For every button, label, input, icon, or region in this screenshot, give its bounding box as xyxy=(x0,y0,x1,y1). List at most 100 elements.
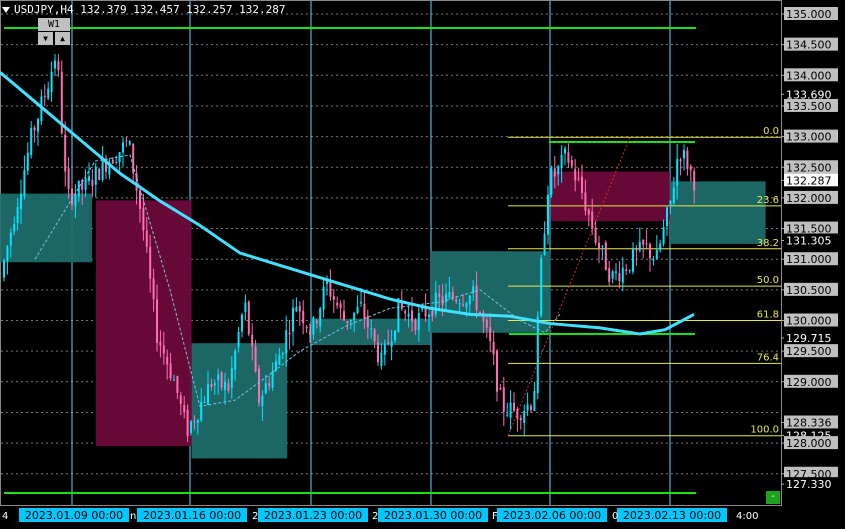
bull-candle xyxy=(536,316,539,394)
bull-candle xyxy=(611,271,614,279)
date-label: 2023.02.06 00:00 xyxy=(503,509,601,522)
bear-candle xyxy=(567,152,570,163)
bull-candle xyxy=(241,314,243,332)
bear-candle xyxy=(404,310,407,314)
date-label: 2023.02.13 00:00 xyxy=(623,509,721,522)
bear-candle xyxy=(492,341,495,355)
bear-candle xyxy=(363,303,366,319)
bear-candle xyxy=(166,356,169,365)
date-label: 2023.01.09 00:00 xyxy=(25,509,123,522)
bull-candle xyxy=(271,371,274,388)
bull-candle xyxy=(550,168,553,196)
bear-candle xyxy=(142,207,145,231)
price-label: 132.500 xyxy=(786,161,832,174)
down-triangle-icon[interactable]: ▼ xyxy=(38,32,53,45)
fib-level-label: 23.6 xyxy=(757,195,779,206)
price-chart[interactable]: 0.0 23.6 38.2 50.0 61.8 76.4 100.0 135.000 134.5… xyxy=(0,0,845,529)
demand-zone xyxy=(191,343,288,459)
bull-candle xyxy=(203,402,206,404)
date-label-fragment: 2 xyxy=(252,511,258,522)
bull-candle xyxy=(465,303,468,308)
fib-level-label: 76.4 xyxy=(757,352,779,363)
bear-candle xyxy=(366,315,369,328)
bull-candle xyxy=(50,71,53,92)
bear-candle xyxy=(373,329,376,342)
bear-candle xyxy=(220,372,223,388)
bear-candle xyxy=(530,405,532,411)
bull-candle xyxy=(672,187,675,204)
bull-candle xyxy=(356,306,359,314)
price-label: 128.000 xyxy=(786,437,832,450)
bear-candle xyxy=(553,168,556,177)
minus-button[interactable]: - xyxy=(766,491,780,504)
bull-candle xyxy=(428,314,430,318)
date-label-fragment: 0 xyxy=(612,511,618,522)
bull-candle xyxy=(54,60,56,69)
bear-candle xyxy=(581,176,583,193)
bull-candle xyxy=(13,224,16,232)
price-label: 131.305 xyxy=(786,235,832,248)
dropdown-triangle-icon[interactable] xyxy=(2,7,10,13)
w1-label: W1 xyxy=(38,18,70,31)
bull-candle xyxy=(445,293,447,303)
bear-candle xyxy=(587,209,590,215)
bull-candle xyxy=(652,259,655,261)
fib-level-label: 0.0 xyxy=(763,126,779,137)
bull-candle xyxy=(295,306,298,312)
bull-candle xyxy=(292,307,294,332)
bear-candle xyxy=(499,388,502,390)
bear-candle xyxy=(570,160,573,167)
bull-candle xyxy=(533,391,536,411)
bull-candle xyxy=(394,330,396,341)
bear-candle xyxy=(604,242,607,271)
price-label: 131.000 xyxy=(786,253,832,266)
bear-candle xyxy=(455,299,458,302)
bear-candle xyxy=(431,311,434,317)
bull-candle xyxy=(173,379,175,381)
bull-candle xyxy=(547,194,549,235)
bear-candle xyxy=(288,332,291,335)
price-label: 127.330 xyxy=(786,478,832,491)
bear-candle xyxy=(315,320,318,324)
bull-candle xyxy=(468,295,471,305)
bull-candle xyxy=(16,206,19,223)
bull-candle xyxy=(659,243,662,251)
bull-candle xyxy=(312,317,315,335)
bull-candle xyxy=(230,368,233,388)
bear-candle xyxy=(91,179,94,186)
bull-candle xyxy=(601,245,604,247)
bear-candle xyxy=(594,227,597,243)
bull-candle xyxy=(6,246,9,262)
bear-candle xyxy=(438,293,441,297)
up-triangle-icon[interactable]: ▲ xyxy=(55,32,70,45)
bull-candle xyxy=(122,142,124,153)
bear-candle xyxy=(210,383,213,387)
bull-candle xyxy=(666,207,668,227)
bull-candle xyxy=(683,150,685,159)
bull-candle xyxy=(115,161,118,163)
bear-candle xyxy=(339,303,342,309)
bear-candle xyxy=(193,421,196,423)
date-label-fragment: 4:00 xyxy=(736,511,758,522)
price-label: 130.500 xyxy=(786,284,832,297)
bear-candle xyxy=(686,150,689,170)
bull-candle xyxy=(213,383,216,386)
fib-level-label: 38.2 xyxy=(757,238,779,249)
bear-candle xyxy=(309,331,311,335)
price-label: 134.000 xyxy=(786,69,832,82)
bull-candle xyxy=(196,420,199,424)
bear-candle xyxy=(584,192,587,211)
bear-candle xyxy=(625,269,628,272)
supply-zone xyxy=(550,171,670,222)
date-label: 2023.01.23 00:00 xyxy=(264,509,362,522)
bear-candle xyxy=(125,140,128,142)
chart-window: 0.0 23.6 38.2 50.0 61.8 76.4 100.0 135.000 134.5… xyxy=(0,0,845,529)
bull-candle xyxy=(655,249,658,260)
bull-candle xyxy=(523,411,526,423)
bear-candle xyxy=(485,319,488,328)
bear-candle xyxy=(149,246,152,279)
bull-candle xyxy=(322,286,325,310)
bear-candle xyxy=(159,341,162,346)
bear-candle xyxy=(254,346,257,372)
bear-candle xyxy=(258,368,260,403)
